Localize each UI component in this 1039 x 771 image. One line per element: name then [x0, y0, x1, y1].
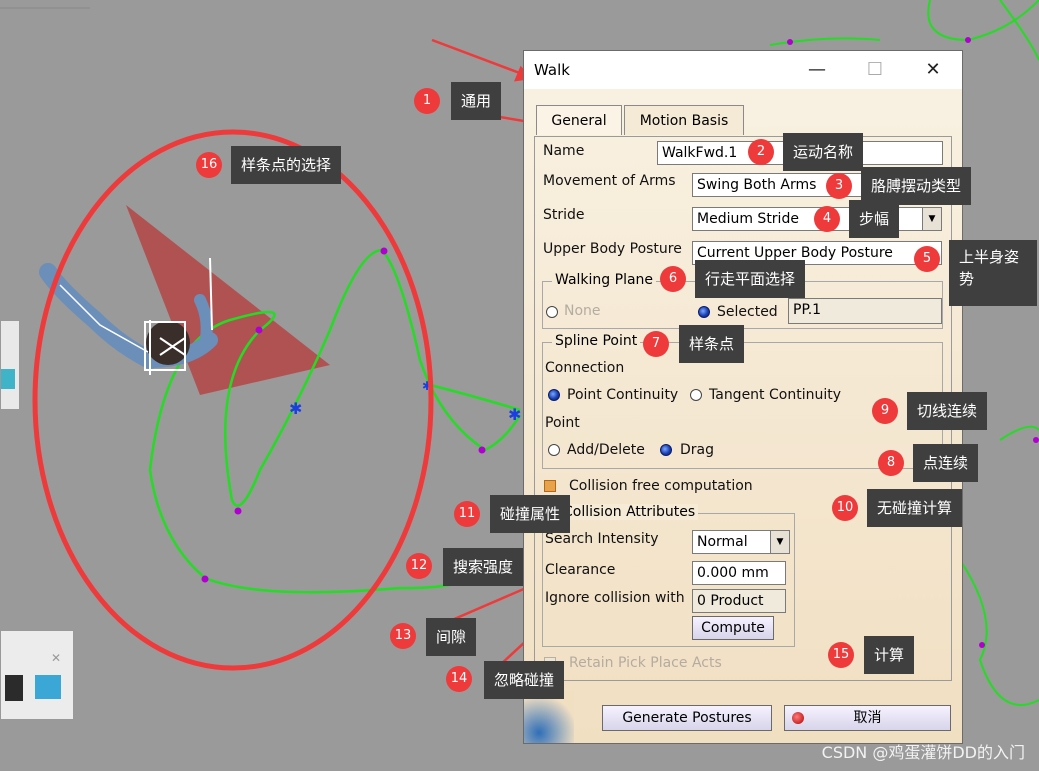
svg-text:✱: ✱	[508, 405, 521, 424]
annotation-tag: 碰撞属性	[490, 495, 571, 533]
cancel-button[interactable]: 取消	[784, 705, 951, 731]
drag-radio[interactable]	[660, 444, 672, 456]
add-delete-label: Add/Delete	[567, 442, 645, 458]
selected-label: Selected	[717, 304, 778, 320]
annotation-number: 7	[643, 331, 669, 357]
collision-free-label: Collision free computation	[569, 478, 753, 494]
dialog-title: Walk	[534, 61, 570, 79]
annotation-tag: 点连续	[913, 444, 979, 482]
film-icon[interactable]	[5, 675, 23, 701]
spline-point	[979, 642, 985, 648]
arms-value: Swing Both Arms	[697, 177, 817, 193]
watermark: CSDN @鸡蛋灌饼DD的入门	[821, 743, 1025, 762]
annotation-number: 10	[832, 495, 858, 521]
annotation-number: 16	[196, 152, 222, 178]
annotation-tag: 间隙	[426, 618, 477, 656]
spline-selection-ellipse	[32, 129, 434, 671]
add-delete-radio[interactable]	[548, 444, 560, 456]
annotation-tag: 步幅	[849, 200, 900, 238]
annotation-number: 5	[914, 246, 940, 272]
annotation-number: 1	[414, 88, 440, 114]
spline-point	[965, 37, 971, 43]
annotation-tag: 样条点	[679, 325, 745, 363]
plane-field[interactable]: PP.1	[788, 298, 942, 324]
spline-point	[787, 39, 793, 45]
collision-free-checkbox[interactable]	[544, 480, 556, 492]
cancel-label: 取消	[853, 710, 882, 726]
annotation-number: 14	[446, 666, 472, 692]
annotation-number: 11	[454, 501, 480, 527]
spline-point-title: Spline Point	[552, 333, 641, 349]
annotation-number: 13	[390, 623, 416, 649]
annotation-number: 4	[814, 206, 840, 232]
none-radio[interactable]	[546, 306, 558, 318]
tab-motion-basis[interactable]: Motion Basis	[624, 105, 744, 135]
collision-attributes-title: Collision Attributes	[560, 504, 699, 520]
svg-text:✱: ✱	[289, 399, 302, 418]
walking-plane-title: Walking Plane	[552, 272, 657, 288]
stride-value: Medium Stride	[697, 211, 799, 227]
annotation-tag: 计算	[864, 636, 915, 674]
arms-label: Movement of Arms	[543, 173, 676, 189]
maximize-icon[interactable]: ☐	[862, 57, 888, 83]
clearance-label: Clearance	[545, 562, 616, 578]
annotation-number: 3	[826, 173, 852, 199]
annotation-number: 8	[878, 450, 904, 476]
tangent-continuity-radio[interactable]	[690, 389, 702, 401]
spline-point	[201, 575, 209, 583]
point-continuity-radio[interactable]	[548, 389, 560, 401]
bottom-toolbar-fragment[interactable]: ✕	[0, 630, 74, 720]
spline-point	[255, 326, 263, 334]
stride-label: Stride	[543, 207, 585, 223]
annotation-tag: 通用	[451, 82, 502, 120]
search-intensity-value: Normal	[697, 534, 748, 550]
annotation-tag: 无碰撞计算	[867, 489, 963, 527]
name-label: Name	[543, 143, 585, 159]
annotation-number: 6	[660, 266, 686, 292]
tab-general[interactable]: General	[536, 105, 622, 135]
selected-radio[interactable]	[698, 306, 710, 318]
annotation-tag: 切线连续	[907, 392, 988, 430]
point-label: Point	[545, 415, 580, 431]
close-icon[interactable]: ✕	[51, 651, 61, 665]
annotation-number: 2	[748, 139, 774, 165]
annotation-tag: 上半身姿势	[949, 240, 1037, 306]
upper-body-label: Upper Body Posture	[543, 241, 682, 257]
point-continuity-label: Point Continuity	[567, 387, 679, 403]
close-icon[interactable]: ✕	[920, 57, 946, 83]
spline-point	[234, 507, 242, 515]
spline-point	[380, 247, 388, 255]
drag-label: Drag	[680, 442, 715, 458]
annotation-tag: 运动名称	[783, 133, 864, 171]
ignore-collision-field[interactable]: 0 Product	[692, 589, 786, 613]
play-sequence-icon[interactable]	[35, 675, 61, 699]
upper-body-value: Current Upper Body Posture	[697, 245, 893, 261]
annotation-number: 12	[406, 553, 432, 579]
search-intensity-label: Search Intensity	[545, 531, 659, 547]
annotation-tag: 搜索强度	[443, 548, 524, 586]
annotation-number: 9	[872, 398, 898, 424]
annotation-tag: 行走平面选择	[695, 260, 806, 298]
spline-point	[478, 446, 486, 454]
chevron-down-icon[interactable]: ▼	[770, 531, 789, 553]
annotation-tag: 样条点的选择	[231, 146, 342, 184]
generate-postures-button[interactable]: Generate Postures	[602, 705, 772, 731]
annotation-tag: 忽略碰撞	[484, 661, 565, 699]
annotation-number: 15	[828, 642, 854, 668]
cancel-icon	[792, 712, 804, 724]
retain-label: Retain Pick Place Acts	[569, 655, 722, 671]
toolbar-icon[interactable]	[1, 369, 15, 389]
chevron-down-icon[interactable]: ▼	[922, 208, 941, 230]
title-bar: Walk — ☐ ✕	[524, 51, 962, 89]
connection-label: Connection	[545, 360, 625, 376]
minimize-icon[interactable]: —	[804, 57, 830, 83]
spline-point	[1033, 437, 1039, 443]
clearance-field[interactable]: 0.000 mm	[692, 561, 786, 585]
left-toolbar-fragment[interactable]	[0, 320, 20, 410]
tangent-continuity-label: Tangent Continuity	[709, 387, 842, 403]
search-intensity-dropdown[interactable]: Normal ▼	[692, 530, 790, 554]
ignore-collision-label: Ignore collision with	[545, 590, 685, 606]
none-label: None	[564, 303, 601, 319]
compute-button[interactable]: Compute	[692, 616, 774, 640]
